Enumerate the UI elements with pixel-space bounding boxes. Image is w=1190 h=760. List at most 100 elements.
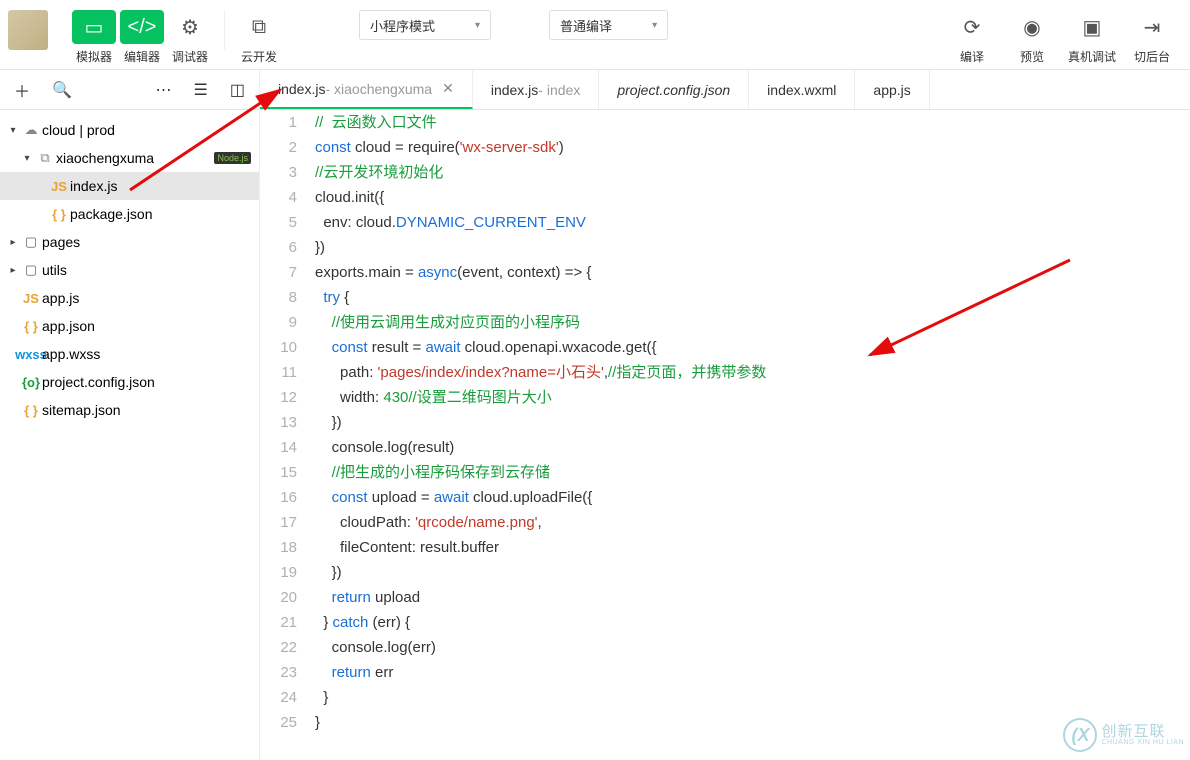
line-number: 17 (260, 510, 297, 535)
tree-label: sitemap.json (42, 402, 259, 418)
code-line[interactable]: console.log(result) (315, 435, 1190, 460)
preview-label: 预览 (1020, 48, 1044, 65)
top-toolbar: ▭ 模拟器 </> 编辑器 ⚙ 调试器 ⧉ 云开发 小程序模式 ▾ 普通编译 ▾… (0, 0, 1190, 70)
tab-name: index.js (491, 82, 538, 98)
line-number: 13 (260, 410, 297, 435)
toolbar-right: ⟳ 编译 ◉ 预览 ▣ 真机调试 ⇥ 切后台 (942, 10, 1182, 65)
preview-button[interactable]: ◉ (1010, 10, 1054, 44)
editor-tab[interactable]: project.config.json (599, 70, 749, 109)
code-line[interactable]: try { (315, 285, 1190, 310)
device-icon: ▣ (1083, 15, 1102, 40)
tree-file-sitemap-json[interactable]: { } sitemap.json (0, 396, 259, 424)
editor-tab[interactable]: index.js - xiaochengxuma✕ (260, 70, 473, 109)
sidebar-toolbar: ＋ 🔍 ⋯ ☰ ◫ (0, 70, 260, 109)
code-line[interactable]: env: cloud.DYNAMIC_CURRENT_ENV (315, 210, 1190, 235)
line-number: 19 (260, 560, 297, 585)
compile-button[interactable]: ⟳ (950, 10, 994, 44)
editor-button[interactable]: </> (120, 10, 164, 44)
mode-dropdown[interactable]: 小程序模式 ▾ (359, 10, 491, 40)
code-line[interactable]: } (315, 685, 1190, 710)
compile-dropdown[interactable]: 普通编译 ▾ (549, 10, 668, 40)
config-file-icon: {o} (20, 375, 42, 390)
code-line[interactable]: width: 430//设置二维码图片大小 (315, 385, 1190, 410)
code-line[interactable]: fileContent: result.buffer (315, 535, 1190, 560)
tree-file-index-js[interactable]: JS index.js (0, 172, 259, 200)
collapse-icon[interactable]: ☰ (194, 80, 208, 100)
code-line[interactable]: // 云函数入口文件 (315, 110, 1190, 135)
editor-tab[interactable]: index.wxml (749, 70, 855, 109)
line-number: 11 (260, 360, 297, 385)
line-number: 18 (260, 535, 297, 560)
watermark-brand: 创新互联 (1101, 724, 1184, 739)
editor-tab[interactable]: app.js (855, 70, 929, 109)
line-number: 12 (260, 385, 297, 410)
tree-root[interactable]: ▾ ☁ cloud | prod (0, 116, 259, 144)
compile-label: 编译 (960, 48, 984, 65)
code-line[interactable]: //云开发环境初始化 (315, 160, 1190, 185)
compile-dropdown-value: 普通编译 (560, 16, 612, 35)
close-icon[interactable]: ✕ (442, 80, 454, 97)
tree-folder-utils[interactable]: ▸ ▢ utils (0, 256, 259, 284)
switch-bg-button[interactable]: ⇥ (1130, 10, 1174, 44)
cloud-dev-button[interactable]: ⧉ (237, 10, 281, 44)
split-icon[interactable]: ◫ (230, 80, 245, 100)
code-line[interactable]: //把生成的小程序码保存到云存储 (315, 460, 1190, 485)
line-number: 6 (260, 235, 297, 260)
tab-subtitle: - index (538, 82, 580, 98)
code-line[interactable]: return err (315, 660, 1190, 685)
debugger-button[interactable]: ⚙ (168, 10, 212, 44)
tree-label: project.config.json (42, 374, 259, 390)
code-line[interactable]: exports.main = async(event, context) => … (315, 260, 1190, 285)
more-icon[interactable]: ⋯ (156, 80, 172, 100)
code-line[interactable]: const upload = await cloud.uploadFile({ (315, 485, 1190, 510)
file-explorer: ▾ ☁ cloud | prod ▾ ⧉ xiaochengxuma Node.… (0, 110, 260, 760)
simulator-label: 模拟器 (76, 48, 112, 65)
js-file-icon: JS (48, 179, 70, 194)
code-line[interactable]: }) (315, 410, 1190, 435)
editor-tab[interactable]: index.js - index (473, 70, 600, 109)
tree-label: app.json (42, 318, 259, 334)
code-line[interactable]: } catch (err) { (315, 610, 1190, 635)
app-logo (8, 10, 48, 50)
code-line[interactable]: }) (315, 560, 1190, 585)
folder-icon: ▢ (20, 262, 42, 278)
tab-bar: ＋ 🔍 ⋯ ☰ ◫ index.js - xiaochengxuma✕index… (0, 70, 1190, 110)
tree-label: xiaochengxuma (56, 150, 214, 166)
tree-folder-pages[interactable]: ▸ ▢ pages (0, 228, 259, 256)
code-line[interactable]: //使用云调用生成对应页面的小程序码 (315, 310, 1190, 335)
tree-file-app-json[interactable]: { } app.json (0, 312, 259, 340)
add-icon[interactable]: ＋ (14, 78, 30, 102)
code-content[interactable]: // 云函数入口文件const cloud = require('wx-serv… (315, 110, 1190, 760)
code-line[interactable]: } (315, 710, 1190, 735)
tree-file-package-json[interactable]: { } package.json (0, 200, 259, 228)
debugger-button-group: ⚙ 调试器 (168, 10, 212, 65)
code-line[interactable]: cloudPath: 'qrcode/name.png', (315, 510, 1190, 535)
code-line[interactable]: console.log(err) (315, 635, 1190, 660)
line-number: 23 (260, 660, 297, 685)
wxss-file-icon: wxss (20, 347, 42, 362)
tree-file-app-js[interactable]: JS app.js (0, 284, 259, 312)
line-number: 3 (260, 160, 297, 185)
chevron-right-icon: ▸ (6, 265, 20, 276)
simulator-button[interactable]: ▭ (72, 10, 116, 44)
code-line[interactable]: cloud.init({ (315, 185, 1190, 210)
switch-icon: ⇥ (1144, 15, 1161, 40)
code-line[interactable]: const cloud = require('wx-server-sdk') (315, 135, 1190, 160)
tree-label: cloud | prod (42, 122, 259, 138)
main-body: ▾ ☁ cloud | prod ▾ ⧉ xiaochengxuma Node.… (0, 110, 1190, 760)
tree-file-app-wxss[interactable]: wxss app.wxss (0, 340, 259, 368)
code-editor[interactable]: 1234567891011121314151617181920212223242… (260, 110, 1190, 760)
real-device-button[interactable]: ▣ (1070, 10, 1114, 44)
json-file-icon: { } (48, 207, 70, 222)
json-file-icon: { } (20, 403, 42, 418)
mode-dropdown-value: 小程序模式 (370, 16, 435, 35)
editor-button-group: </> 编辑器 (120, 10, 164, 65)
code-line[interactable]: }) (315, 235, 1190, 260)
code-line[interactable]: path: 'pages/index/index?name=小石头',//指定页… (315, 360, 1190, 385)
code-line[interactable]: return upload (315, 585, 1190, 610)
tree-file-project-config[interactable]: {o} project.config.json (0, 368, 259, 396)
search-icon[interactable]: 🔍 (52, 80, 72, 100)
tree-label: app.wxss (42, 346, 259, 362)
code-line[interactable]: const result = await cloud.openapi.wxaco… (315, 335, 1190, 360)
tree-cloud-fn[interactable]: ▾ ⧉ xiaochengxuma Node.js (0, 144, 259, 172)
